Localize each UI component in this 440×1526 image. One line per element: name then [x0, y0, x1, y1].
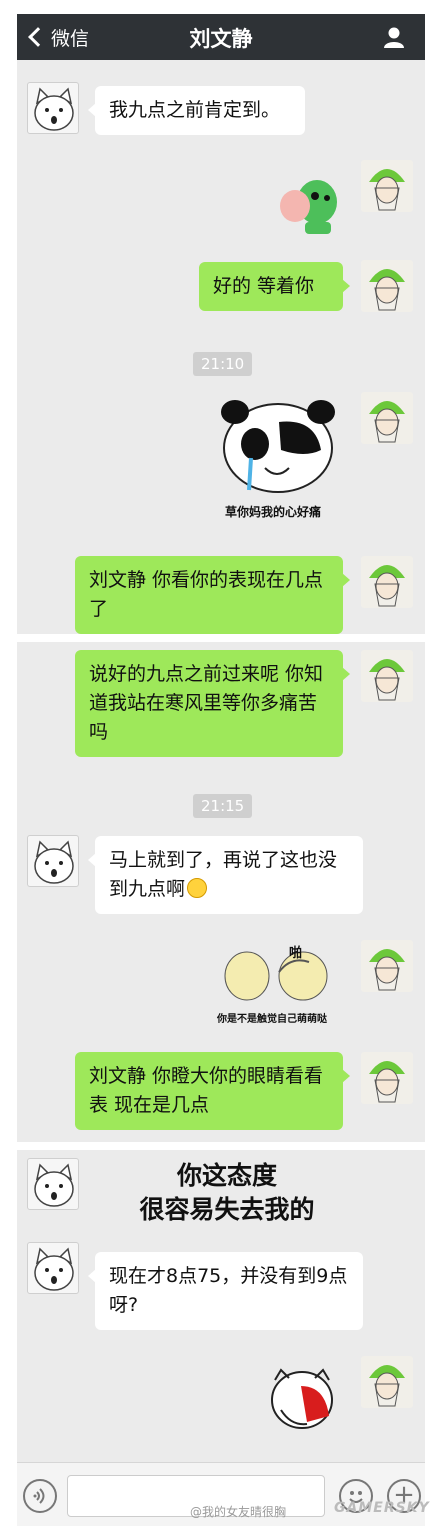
my-avatar[interactable]	[361, 392, 413, 444]
message-bubble-outgoing[interactable]: 说好的九点之前过来呢 你知道我站在寒风里等你多痛苦吗	[75, 650, 350, 757]
contact-avatar[interactable]	[27, 82, 79, 134]
meme-sound-text: 啪	[289, 946, 303, 961]
message-bubble-outgoing[interactable]: 刘文静 你瞪大你的眼睛看看表 现在是几点	[75, 1052, 350, 1130]
nav-bar: 微信 刘文静	[17, 14, 425, 60]
user-icon[interactable]	[383, 26, 405, 48]
my-avatar[interactable]	[361, 940, 413, 992]
message-text: 刘文静 你看你的表现在几点了	[89, 569, 324, 620]
facepalm-sticker[interactable]	[267, 1366, 337, 1430]
sticker-text-line: 很容易失去我的	[139, 1195, 315, 1224]
message-text: 马上就到了，再说了这也没到九点啊	[109, 849, 338, 900]
message-bubble-outgoing[interactable]: 刘文静 你看你的表现在几点了	[75, 556, 350, 634]
message-text: 现在才8点75，并没有到9点呀?	[109, 1265, 348, 1316]
message-text: 刘文静 你瞪大你的眼睛看看表 现在是几点	[89, 1065, 324, 1116]
message-bubble-incoming[interactable]: 我九点之前肯定到。	[88, 86, 305, 135]
divider	[0, 1142, 440, 1150]
my-avatar[interactable]	[361, 1052, 413, 1104]
message-text: 我九点之前肯定到。	[109, 99, 281, 121]
divider	[0, 634, 440, 642]
timestamp: 21:10	[193, 352, 253, 376]
site-logo: GAMERSKY	[334, 1500, 430, 1516]
panda-sticker[interactable]	[219, 398, 337, 494]
message-bubble-incoming[interactable]: 现在才8点75，并没有到9点呀?	[88, 1252, 363, 1330]
meme-sticker[interactable]	[217, 942, 339, 1006]
sticker-text-line: 你这态度	[176, 1161, 277, 1190]
message-text: 好的 等着你	[213, 275, 315, 297]
sticker-caption: 你是不是触觉自己萌萌哒	[217, 1014, 327, 1025]
sticker-caption: 草你妈我的心好痛	[225, 505, 322, 519]
message-text: 说好的九点之前过来呢 你知道我站在寒风里等你多痛苦吗	[89, 663, 324, 743]
timestamp: 21:15	[193, 794, 253, 818]
voice-icon[interactable]	[23, 1479, 57, 1513]
contact-avatar[interactable]	[27, 1242, 79, 1294]
my-avatar[interactable]	[361, 1356, 413, 1408]
contact-avatar[interactable]	[27, 1158, 79, 1210]
dino-sticker[interactable]	[275, 172, 339, 236]
contact-avatar[interactable]	[27, 835, 79, 887]
my-avatar[interactable]	[361, 650, 413, 702]
my-avatar[interactable]	[361, 160, 413, 212]
chat-panel-2: 说好的九点之前过来呢 你知道我站在寒风里等你多痛苦吗 21:15 马上就到了，再…	[17, 642, 425, 1142]
chat-panel-1: 微信 刘文静 我九点之前肯定到。 好的 等着你 21:10 草你妈我的心好痛 刘…	[17, 14, 425, 634]
chat-title: 刘文静	[189, 27, 253, 51]
my-avatar[interactable]	[361, 556, 413, 608]
message-bubble-incoming[interactable]: 马上就到了，再说了这也没到九点啊	[88, 836, 363, 914]
smile-emoji-icon	[187, 878, 208, 898]
message-bubble-outgoing[interactable]: 好的 等着你	[199, 262, 350, 311]
chat-panel-3: 你这态度 很容易失去我的 现在才8点75，并没有到9点呀? +	[17, 1150, 425, 1526]
my-avatar[interactable]	[361, 260, 413, 312]
watermark: @我的女友晴很胸	[190, 1505, 287, 1519]
